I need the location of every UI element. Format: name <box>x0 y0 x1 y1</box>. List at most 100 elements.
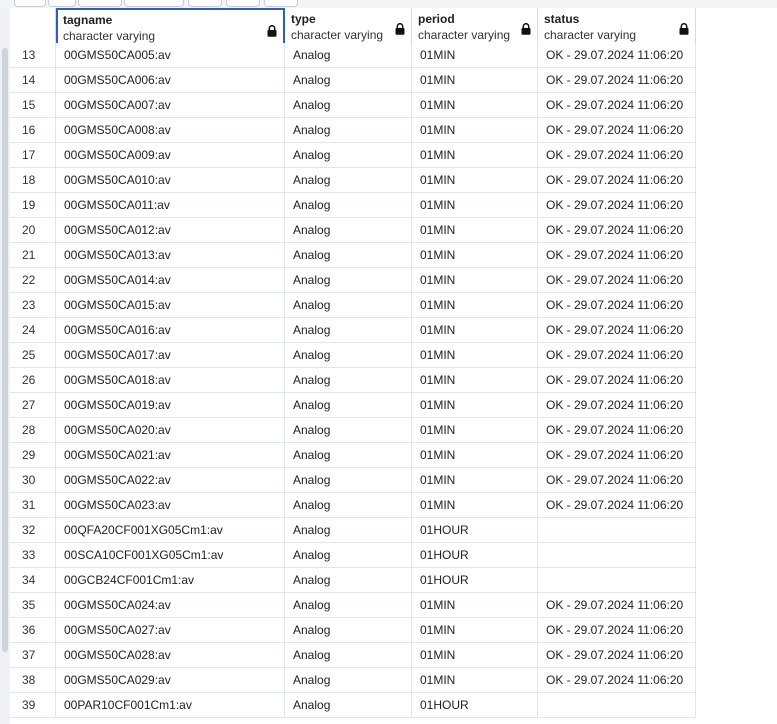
row-number-cell[interactable]: 32 <box>10 518 56 543</box>
column-header-status[interactable]: status character varying <box>538 8 696 48</box>
row-number-cell[interactable]: 29 <box>10 443 56 468</box>
cell-period[interactable]: 01HOUR <box>412 693 538 718</box>
table-row[interactable]: 13 00GMS50CA005:av Analog 01MIN OK - 29.07.2… <box>10 43 696 68</box>
cell-status[interactable]: OK - 29.07.2024 11:06:20 <box>538 493 696 518</box>
cell-status[interactable] <box>538 543 696 568</box>
cell-status[interactable]: OK - 29.07.2024 11:06:20 <box>538 618 696 643</box>
row-number-cell[interactable]: 23 <box>10 293 56 318</box>
cell-status[interactable]: OK - 29.07.2024 11:06:20 <box>538 68 696 93</box>
cell-type[interactable]: Analog <box>285 318 412 343</box>
cell-type[interactable]: Analog <box>285 218 412 243</box>
row-number-cell[interactable]: 14 <box>10 68 56 93</box>
row-number-cell[interactable]: 16 <box>10 118 56 143</box>
cell-status[interactable]: OK - 29.07.2024 11:06:20 <box>538 43 696 68</box>
cell-period[interactable]: 01HOUR <box>412 518 538 543</box>
cell-type[interactable]: Analog <box>285 693 412 718</box>
row-number-cell[interactable]: 21 <box>10 243 56 268</box>
row-number-cell[interactable]: 22 <box>10 268 56 293</box>
cell-status[interactable]: OK - 29.07.2024 11:06:20 <box>538 368 696 393</box>
cell-type[interactable]: Analog <box>285 393 412 418</box>
row-number-cell[interactable]: 39 <box>10 693 56 718</box>
cell-status[interactable]: OK - 29.07.2024 11:06:20 <box>538 168 696 193</box>
cell-type[interactable]: Analog <box>285 518 412 543</box>
row-number-cell[interactable]: 36 <box>10 618 56 643</box>
cell-tagname[interactable]: 00GMS50CA015:av <box>56 293 285 318</box>
cell-period[interactable]: 01MIN <box>412 643 538 668</box>
table-row[interactable]: 33 00SCA10CF001XG05Cm1:av Analog 01HOUR <box>10 543 696 568</box>
cell-period[interactable]: 01MIN <box>412 143 538 168</box>
cell-tagname[interactable]: 00GMS50CA014:av <box>56 268 285 293</box>
cell-type[interactable]: Analog <box>285 593 412 618</box>
cell-period[interactable]: 01MIN <box>412 168 538 193</box>
row-number-cell[interactable]: 18 <box>10 168 56 193</box>
row-number-cell[interactable]: 37 <box>10 643 56 668</box>
row-number-cell[interactable]: 31 <box>10 493 56 518</box>
cell-tagname[interactable]: 00GMS50CA028:av <box>56 643 285 668</box>
table-row[interactable]: 36 00GMS50CA027:av Analog 01MIN OK - 29.07.2… <box>10 618 696 643</box>
cell-type[interactable]: Analog <box>285 143 412 168</box>
table-row[interactable]: 31 00GMS50CA023:av Analog 01MIN OK - 29.07.2… <box>10 493 696 518</box>
cell-tagname[interactable]: 00SCA10CF001XG05Cm1:av <box>56 543 285 568</box>
cell-type[interactable]: Analog <box>285 368 412 393</box>
toolbar-button[interactable] <box>124 0 184 7</box>
cell-period[interactable]: 01MIN <box>412 393 538 418</box>
cell-tagname[interactable]: 00GMS50CA029:av <box>56 668 285 693</box>
cell-status[interactable]: OK - 29.07.2024 11:06:20 <box>538 218 696 243</box>
cell-tagname[interactable]: 00GMS50CA021:av <box>56 443 285 468</box>
toolbar-button[interactable] <box>14 0 46 7</box>
cell-type[interactable]: Analog <box>285 668 412 693</box>
table-row[interactable]: 14 00GMS50CA006:av Analog 01MIN OK - 29.07.2… <box>10 68 696 93</box>
row-number-cell[interactable]: 19 <box>10 193 56 218</box>
row-number-cell[interactable]: 35 <box>10 593 56 618</box>
cell-period[interactable]: 01MIN <box>412 93 538 118</box>
cell-status[interactable] <box>538 693 696 718</box>
row-number-cell[interactable]: 27 <box>10 393 56 418</box>
cell-status[interactable]: OK - 29.07.2024 11:06:20 <box>538 668 696 693</box>
row-number-cell[interactable]: 13 <box>10 43 56 68</box>
cell-tagname[interactable]: 00GMS50CA023:av <box>56 493 285 518</box>
cell-tagname[interactable]: 00GMS50CA017:av <box>56 343 285 368</box>
cell-period[interactable]: 01MIN <box>412 443 538 468</box>
cell-tagname[interactable]: 00GMS50CA007:av <box>56 93 285 118</box>
cell-type[interactable]: Analog <box>285 93 412 118</box>
cell-type[interactable]: Analog <box>285 443 412 468</box>
cell-tagname[interactable]: 00GMS50CA018:av <box>56 368 285 393</box>
cell-period[interactable]: 01MIN <box>412 68 538 93</box>
cell-status[interactable]: OK - 29.07.2024 11:06:20 <box>538 418 696 443</box>
table-row[interactable]: 16 00GMS50CA008:av Analog 01MIN OK - 29.07.2… <box>10 118 696 143</box>
cell-tagname[interactable]: 00GMS50CA019:av <box>56 393 285 418</box>
cell-type[interactable]: Analog <box>285 643 412 668</box>
row-number-cell[interactable]: 28 <box>10 418 56 443</box>
cell-status[interactable]: OK - 29.07.2024 11:06:20 <box>538 93 696 118</box>
table-row[interactable]: 24 00GMS50CA016:av Analog 01MIN OK - 29.07.2… <box>10 318 696 343</box>
cell-period[interactable]: 01MIN <box>412 293 538 318</box>
table-row[interactable]: 21 00GMS50CA013:av Analog 01MIN OK - 29.07.2… <box>10 243 696 268</box>
cell-tagname[interactable]: 00GMS50CA016:av <box>56 318 285 343</box>
toolbar-button[interactable] <box>188 0 222 7</box>
cell-period[interactable]: 01MIN <box>412 43 538 68</box>
cell-tagname[interactable]: 00GMS50CA011:av <box>56 193 285 218</box>
toolbar-button[interactable] <box>264 0 298 7</box>
cell-status[interactable]: OK - 29.07.2024 11:06:20 <box>538 143 696 168</box>
cell-tagname[interactable]: 00QFA20CF001XG05Cm1:av <box>56 518 285 543</box>
table-row[interactable]: 15 00GMS50CA007:av Analog 01MIN OK - 29.07.2… <box>10 93 696 118</box>
row-number-cell[interactable]: 38 <box>10 668 56 693</box>
table-row[interactable]: 23 00GMS50CA015:av Analog 01MIN OK - 29.07.2… <box>10 293 696 318</box>
cell-period[interactable]: 01MIN <box>412 493 538 518</box>
row-number-cell[interactable]: 34 <box>10 568 56 593</box>
cell-period[interactable]: 01MIN <box>412 618 538 643</box>
cell-status[interactable]: OK - 29.07.2024 11:06:20 <box>538 393 696 418</box>
table-row[interactable]: 18 00GMS50CA010:av Analog 01MIN OK - 29.07.2… <box>10 168 696 193</box>
cell-tagname[interactable]: 00GMS50CA012:av <box>56 218 285 243</box>
cell-type[interactable]: Analog <box>285 493 412 518</box>
table-row[interactable]: 37 00GMS50CA028:av Analog 01MIN OK - 29.07.2… <box>10 643 696 668</box>
cell-type[interactable]: Analog <box>285 243 412 268</box>
cell-type[interactable]: Analog <box>285 43 412 68</box>
cell-type[interactable]: Analog <box>285 343 412 368</box>
cell-status[interactable]: OK - 29.07.2024 11:06:20 <box>538 268 696 293</box>
cell-type[interactable]: Analog <box>285 293 412 318</box>
cell-period[interactable]: 01MIN <box>412 593 538 618</box>
table-row[interactable]: 35 00GMS50CA024:av Analog 01MIN OK - 29.07.2… <box>10 593 696 618</box>
cell-type[interactable]: Analog <box>285 418 412 443</box>
cell-status[interactable]: OK - 29.07.2024 11:06:20 <box>538 643 696 668</box>
